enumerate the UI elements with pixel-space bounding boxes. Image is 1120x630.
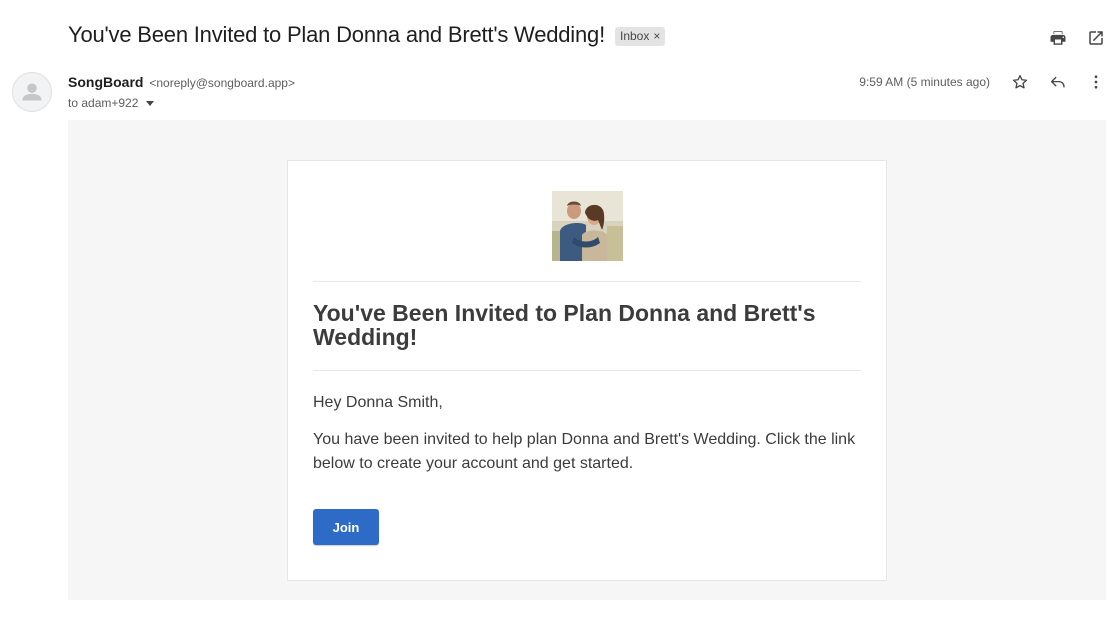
inbox-label-chip[interactable]: Inbox ×	[614, 26, 666, 46]
open-in-new-window-icon[interactable]	[1086, 28, 1106, 48]
email-heading: You've Been Invited to Plan Donna and Br…	[313, 300, 816, 350]
email-card: You've Been Invited to Plan Donna and Br…	[287, 160, 887, 581]
top-actions	[1048, 28, 1106, 48]
star-icon[interactable]	[1010, 72, 1030, 92]
subject-row: You've Been Invited to Plan Donna and Br…	[68, 22, 666, 48]
message-actions: 9:59 AM (5 minutes ago)	[859, 72, 1106, 92]
recipient-line: to adam+922	[68, 96, 295, 110]
to-prefix: to	[68, 96, 79, 110]
remove-label-icon[interactable]: ×	[653, 29, 660, 43]
join-button[interactable]: Join	[313, 509, 379, 545]
sender-line: SongBoard <noreply@songboard.app>	[68, 74, 295, 90]
couple-photo	[552, 191, 623, 261]
greeting: Hey Donna Smith,	[313, 394, 443, 411]
email-subject: You've Been Invited to Plan Donna and Br…	[68, 22, 605, 47]
reply-icon[interactable]	[1048, 72, 1068, 92]
top-divider	[313, 281, 861, 282]
sender-block: SongBoard <noreply@songboard.app> to ada…	[68, 74, 295, 110]
sender-name[interactable]: SongBoard	[68, 74, 143, 90]
invitation-message: You have been invited to help plan Donna…	[313, 431, 856, 472]
sender-email: <noreply@songboard.app>	[149, 76, 295, 90]
message-timestamp: 9:59 AM (5 minutes ago)	[859, 75, 990, 89]
chevron-down-icon[interactable]	[146, 100, 155, 106]
person-icon	[22, 83, 42, 101]
recipient-name: adam+922	[81, 96, 139, 110]
recipient-text: to adam+922	[68, 96, 138, 110]
sender-avatar[interactable]	[12, 72, 52, 112]
print-icon[interactable]	[1048, 28, 1068, 48]
inbox-label-text: Inbox	[619, 28, 650, 43]
heading-divider	[313, 370, 861, 371]
more-vert-icon[interactable]	[1086, 72, 1106, 92]
couple-photo-image	[552, 191, 623, 261]
